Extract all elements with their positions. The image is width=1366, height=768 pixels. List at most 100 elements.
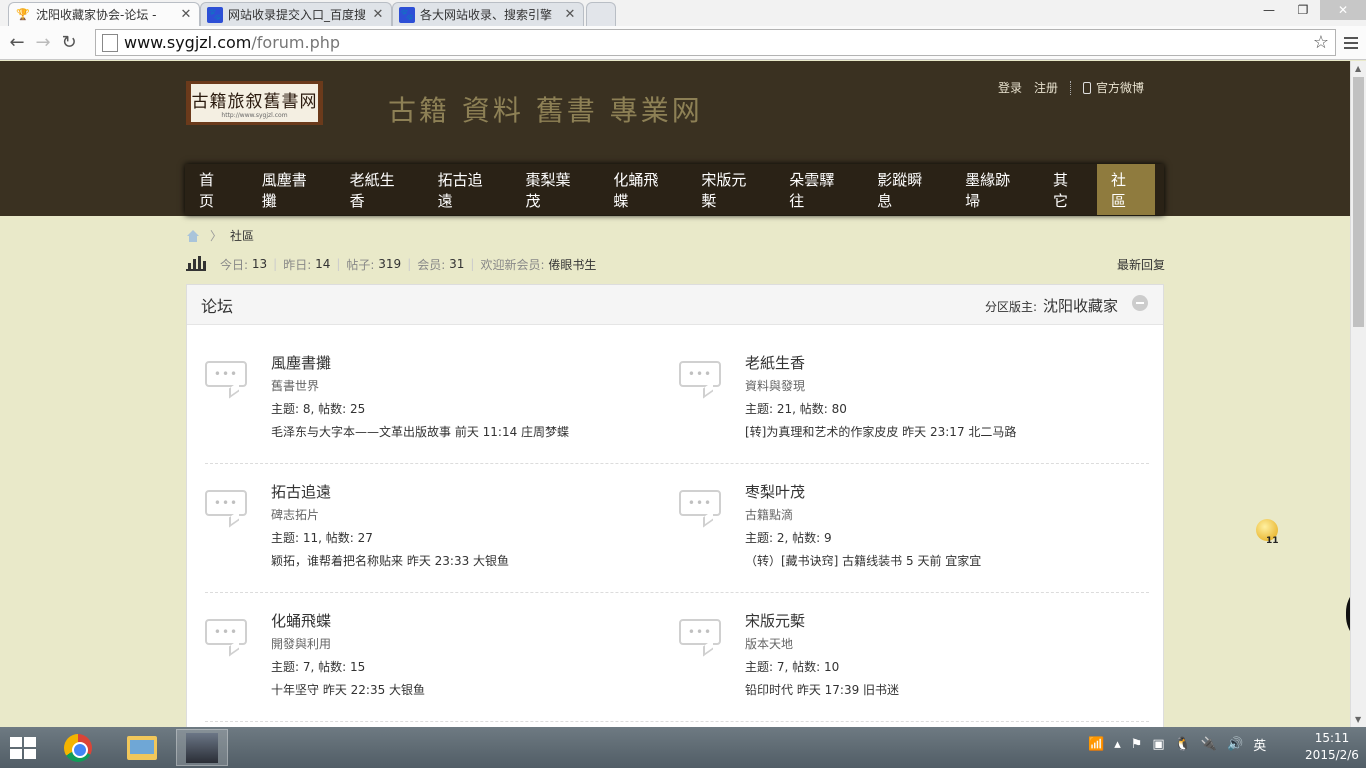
chat-bubble-icon[interactable] [679,361,721,399]
power-icon[interactable]: 🔌 [1201,737,1217,752]
ime-indicator[interactable]: 英 [1253,735,1266,754]
collapse-icon[interactable] [1132,295,1148,311]
yesterday-count: 14 [315,257,331,271]
back-icon[interactable]: ← [4,32,30,53]
site-header: 古籍旅叙舊書网 http://www.sygjzl.com 古籍 資料 舊書 專… [0,61,1350,216]
nav-home[interactable]: 首 页 [185,164,248,215]
tab-title: 沈阳收藏家协会-论坛 - [36,8,157,22]
board-counts: 主题: 11, 帖数: 27 [271,531,373,545]
top-links: 登录 注册 官方微博 [998,79,1156,96]
flag-icon[interactable]: ⚑ [1131,737,1143,752]
section-title[interactable]: 论坛 [201,293,233,317]
chat-bubble-icon[interactable] [205,619,247,657]
board-name[interactable]: 老紙生香 [745,353,1016,373]
nav-item[interactable]: 老紙生香 [336,164,424,215]
chrome-menu-icon[interactable] [1344,34,1358,52]
nav-item[interactable]: 風塵書攤 [248,164,336,215]
scrollbar-thumb[interactable] [1353,77,1364,327]
yesterday-label: 昨日: [283,257,312,272]
board-counts: 主题: 7, 帖数: 15 [271,660,366,674]
newest-member-link[interactable]: 倦眼书生 [548,256,596,273]
board-desc: 資料與發現 [745,379,806,393]
taskbar-explorer[interactable] [116,729,168,766]
chevron-up-icon[interactable]: ▴ [1114,737,1121,752]
divider: | [470,257,475,271]
scroll-down-icon[interactable]: ▼ [1355,715,1361,724]
tab-baidu[interactable]: 🐾 网站收录提交入口_百度搜 ✕ [200,2,392,26]
browser-tab-strip: 🏆 沈阳收藏家协会-论坛 - ✕ 🐾 网站收录提交入口_百度搜 ✕ 🐾 各大网站… [0,0,1366,26]
windows-start-icon[interactable] [10,737,38,759]
windows-taskbar: 📶 ▴ ⚑ ▣ 🐧 🔌 🔊 英 15:11 2015/2/6 [0,727,1366,768]
clock[interactable]: 15:11 2015/2/6 [1302,730,1362,764]
lightbulb-badge-icon[interactable]: 11 [1254,519,1280,549]
page-scrollbar[interactable]: ▲ ▼ [1350,61,1366,727]
new-tab-button[interactable] [586,2,616,26]
nav-community[interactable]: 社區 [1097,164,1155,215]
network-icon[interactable]: ▣ [1152,737,1164,752]
chat-bubble-icon[interactable] [205,361,247,399]
board-last-post[interactable]: 颖拓，谁帮着把名称贴来 昨天 23:33 大银鱼 [271,553,509,569]
qq-icon[interactable]: 🐧 [1175,737,1191,752]
chat-bubble-icon[interactable] [679,619,721,657]
breadcrumb-current[interactable]: 社區 [230,227,254,244]
home-icon[interactable] [186,229,200,242]
forward-icon[interactable]: → [30,32,56,53]
nav-item[interactable]: 宋版元槧 [687,164,775,215]
nav-item[interactable]: 朵雲驛往 [775,164,863,215]
board-counts: 主题: 21, 帖数: 80 [745,402,847,416]
divider: | [273,257,278,271]
nav-item[interactable]: 其它 [1039,164,1097,215]
page-viewport: 古籍旅叙舊書网 http://www.sygjzl.com 古籍 資料 舊書 專… [0,61,1350,727]
phone-icon [1083,82,1092,94]
nav-item[interactable]: 棗梨葉茂 [512,164,600,215]
chevron-right-icon: 〉 [210,229,223,243]
board-name[interactable]: 風塵書攤 [271,353,569,373]
nav-item[interactable]: 墨緣跡埽 [951,164,1039,215]
board-last-post[interactable]: 毛泽东与大字本——文革出版故事 前天 11:14 庄周梦蝶 [271,424,569,440]
register-link[interactable]: 注册 [1034,79,1058,96]
chat-bubble-icon[interactable] [205,490,247,528]
board-item: 化蛹飛蝶 開發與利用 主题: 7, 帖数: 15 十年坚守 昨天 22:35 大… [205,611,655,727]
window-close-icon[interactable]: ✕ [1320,0,1366,20]
nav-item[interactable]: 化蛹飛蝶 [599,164,687,215]
page-icon [102,33,118,52]
minimize-icon[interactable]: — [1252,0,1286,20]
baidu-paw-icon: 🐾 [207,6,223,23]
login-link[interactable]: 登录 [998,79,1022,96]
bookmark-star-icon[interactable]: ☆ [1313,32,1329,53]
tab-forum[interactable]: 🏆 沈阳收藏家协会-论坛 - ✕ [8,2,200,26]
board-desc: 版本天地 [745,637,794,651]
board-desc: 開發與利用 [271,637,332,651]
close-icon[interactable]: ✕ [179,7,193,22]
nav-item[interactable]: 影蹤瞬息 [863,164,951,215]
moderator-link[interactable]: 沈阳收藏家 [1043,297,1118,315]
address-bar[interactable]: www.sygjzl.com/forum.php ☆ [95,29,1336,56]
board-name[interactable]: 枣梨叶茂 [745,482,981,502]
reload-icon[interactable]: ↻ [56,32,82,53]
close-icon[interactable]: ✕ [563,7,577,22]
taskbar-chrome[interactable] [52,729,104,766]
board-last-post[interactable]: （转）[藏书诀窍] 古籍线装书 5 天前 宜家宜 [745,553,981,569]
taskbar-photo-app[interactable] [176,729,228,766]
scroll-up-icon[interactable]: ▲ [1355,64,1361,73]
tab-search-engines[interactable]: 🐾 各大网站收录、搜索引擎 ✕ [392,2,584,26]
nav-item[interactable]: 拓古追遠 [424,164,512,215]
board-last-post[interactable]: 铅印时代 昨天 17:39 旧书迷 [745,682,899,698]
board-name[interactable]: 化蛹飛蝶 [271,611,425,631]
close-icon[interactable]: ✕ [371,7,385,22]
board-name[interactable]: 拓古追遠 [271,482,509,502]
board-last-post[interactable]: 十年坚守 昨天 22:35 大银鱼 [271,682,425,698]
weibo-link[interactable]: 官方微博 [1083,79,1144,96]
latest-reply-link[interactable]: 最新回复 [1117,256,1165,273]
board-name[interactable]: 宋版元槧 [745,611,899,631]
maximize-icon[interactable]: ❐ [1286,0,1320,20]
forum-stats: 今日: 13 | 昨日: 14 | 帖子: 319 | 会员: 31 | 欢迎新… [186,255,1165,273]
board-last-post[interactable]: [转]为真理和艺术的作家皮皮 昨天 23:17 北二马路 [745,424,1016,440]
chat-bubble-icon[interactable] [679,490,721,528]
divider: | [336,257,341,271]
board-desc: 古籍點滴 [745,508,794,522]
breadcrumb: 〉 社區 [186,227,254,244]
wifi-icon[interactable]: 📶 [1088,737,1104,752]
volume-icon[interactable]: 🔊 [1227,737,1243,752]
site-logo[interactable]: 古籍旅叙舊書网 http://www.sygjzl.com [186,81,323,125]
